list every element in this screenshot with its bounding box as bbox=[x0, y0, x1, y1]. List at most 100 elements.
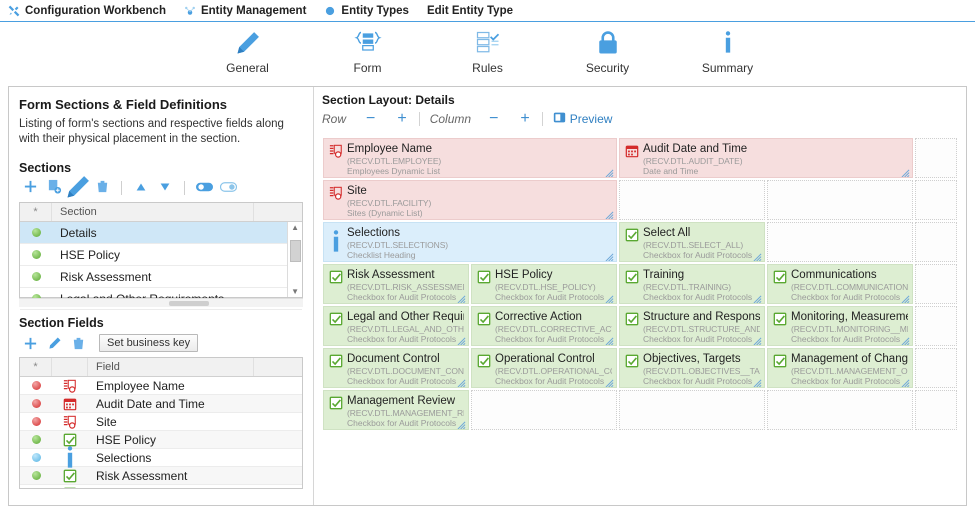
layout-field-cell[interactable]: HSE Policy (RECV.DTL.HSE_POLICY) Checkbox … bbox=[471, 264, 617, 304]
empty-layout-cell[interactable] bbox=[915, 264, 957, 304]
section-name: Risk Assessment bbox=[60, 269, 152, 284]
layout-field-cell[interactable]: Monitoring, Measuremen (RECV.DTL.MONITORI… bbox=[767, 306, 913, 346]
empty-layout-cell[interactable] bbox=[915, 222, 957, 262]
toolbar-item-form[interactable]: Form bbox=[330, 28, 406, 75]
empty-layout-cell[interactable] bbox=[915, 390, 957, 430]
empty-layout-cell[interactable] bbox=[619, 180, 765, 220]
hscroll-thumb[interactable] bbox=[169, 301, 209, 306]
resize-handle-icon[interactable] bbox=[605, 167, 614, 177]
layout-field-cell[interactable]: Employee Name (RECV.DTL.EMPLOYEE) Employee… bbox=[323, 138, 617, 178]
scroll-thumb[interactable] bbox=[290, 240, 302, 262]
resize-handle-icon[interactable] bbox=[605, 293, 614, 303]
layout-field-title: Training bbox=[643, 269, 685, 281]
resize-handle-icon[interactable] bbox=[901, 293, 910, 303]
empty-layout-cell[interactable] bbox=[915, 306, 957, 346]
empty-layout-cell[interactable] bbox=[471, 390, 617, 430]
empty-layout-cell[interactable] bbox=[767, 390, 913, 430]
move-down-button[interactable] bbox=[154, 178, 176, 198]
resize-handle-icon[interactable] bbox=[457, 293, 466, 303]
sections-hscrollbar[interactable] bbox=[19, 298, 304, 307]
resize-handle-icon[interactable] bbox=[901, 377, 910, 387]
copy-section-button[interactable] bbox=[43, 178, 65, 198]
breadcrumb-item-1[interactable]: Entity Management bbox=[184, 5, 306, 17]
fields-col-tail bbox=[254, 358, 302, 376]
delete-section-button[interactable] bbox=[91, 178, 113, 198]
empty-layout-cell[interactable] bbox=[915, 180, 957, 220]
layout-field-title: Monitoring, Measuremen bbox=[791, 311, 908, 323]
sections-scrollbar[interactable]: ▲ ▼ bbox=[287, 222, 303, 297]
resize-handle-icon[interactable] bbox=[753, 335, 762, 345]
resize-handle-icon[interactable] bbox=[901, 335, 910, 345]
layout-field-cell[interactable]: Audit Date and Time (RECV.DTL.AUDIT_DATE)… bbox=[619, 138, 913, 178]
layout-field-cell[interactable]: Communications(RECV.DTL.COMMUNICATIONS_2… bbox=[767, 264, 913, 304]
empty-layout-cell[interactable] bbox=[619, 390, 765, 430]
layout-field-cell[interactable]: Management of Change (RECV.DTL.MANAGEMENT… bbox=[767, 348, 913, 388]
layout-field-cell[interactable]: Document Control(RECV.DTL.DOCUMENT_CONTR… bbox=[323, 348, 469, 388]
edit-section-button[interactable] bbox=[67, 175, 89, 198]
layout-row: Risk Assessment (RECV.DTL.RISK_ASSESSMENT… bbox=[322, 263, 958, 305]
layout-field-cell[interactable]: Selections (RECV.DTL.SELECTIONS) Checklist… bbox=[323, 222, 617, 262]
resize-handle-icon[interactable] bbox=[457, 335, 466, 345]
breadcrumb-item-3[interactable]: Edit Entity Type bbox=[427, 5, 513, 17]
field-row[interactable]: Selections bbox=[20, 445, 303, 468]
section-row[interactable]: HSE Policy bbox=[20, 244, 302, 266]
add-field-button[interactable] bbox=[19, 333, 41, 353]
section-fields-heading: Section Fields bbox=[19, 316, 104, 330]
field-row[interactable]: Legal and Other Requirements bbox=[20, 485, 302, 488]
toolbar-item-rules[interactable]: Rules bbox=[450, 28, 526, 75]
edit-field-button[interactable] bbox=[43, 333, 65, 353]
toolbar-item-security[interactable]: Security bbox=[570, 28, 646, 75]
breadcrumb-item-0[interactable]: Configuration Workbench bbox=[8, 5, 166, 17]
resize-handle-icon[interactable] bbox=[753, 377, 762, 387]
layout-field-cell[interactable]: Risk Assessment (RECV.DTL.RISK_ASSESSMENT… bbox=[323, 264, 469, 304]
scroll-down-icon[interactable]: ▼ bbox=[291, 286, 299, 297]
field-name: Selections bbox=[96, 450, 152, 465]
row-plus-button[interactable]: + bbox=[395, 111, 408, 127]
section-row[interactable]: Risk Assessment bbox=[20, 266, 302, 288]
empty-layout-cell[interactable] bbox=[767, 180, 913, 220]
layout-field-cell[interactable]: Corrective Action (RECV.DTL.CORRECTIVE_AC… bbox=[471, 306, 617, 346]
toggle-on-button[interactable] bbox=[193, 178, 215, 198]
layout-field-cell[interactable]: Objectives, Targets (RECV.DTL.OBJECTIVES_… bbox=[619, 348, 765, 388]
resize-handle-icon[interactable] bbox=[605, 335, 614, 345]
layout-field-cell[interactable]: Management Review(RECV.DTL.MANAGEMENT_RE… bbox=[323, 390, 469, 430]
toolbar-item-general[interactable]: General bbox=[210, 28, 286, 75]
empty-layout-cell[interactable] bbox=[915, 348, 957, 388]
layout-field-cell[interactable]: Select All (RECV.DTL.SELECT_ALL) Checkbox … bbox=[619, 222, 765, 262]
info-icon bbox=[329, 227, 347, 260]
add-section-button[interactable] bbox=[19, 178, 41, 198]
resize-handle-icon[interactable] bbox=[753, 293, 762, 303]
layout-field-cell[interactable]: Site (RECV.DTL.FACILITY) Sites (Dynamic Li… bbox=[323, 180, 617, 220]
scroll-up-icon[interactable]: ▲ bbox=[291, 222, 299, 233]
resize-handle-icon[interactable] bbox=[605, 377, 614, 387]
section-row[interactable]: Details bbox=[20, 222, 302, 244]
resize-handle-icon[interactable] bbox=[605, 209, 614, 219]
field-row[interactable]: Employee Name bbox=[20, 377, 303, 395]
layout-field-type: Checkbox for Audit Protocols bbox=[791, 376, 901, 386]
layout-field-cell[interactable]: Operational Control (RECV.DTL.OPERATIONAL… bbox=[471, 348, 617, 388]
empty-layout-cell[interactable] bbox=[767, 222, 913, 262]
row-minus-button[interactable]: − bbox=[364, 111, 377, 127]
column-plus-button[interactable]: + bbox=[518, 111, 531, 127]
field-row[interactable]: Risk Assessment bbox=[20, 467, 303, 485]
delete-field-button[interactable] bbox=[67, 333, 89, 353]
field-row[interactable]: Audit Date and Time bbox=[20, 395, 303, 413]
breadcrumb-item-2[interactable]: Entity Types bbox=[324, 5, 409, 17]
layout-field-cell[interactable]: Structure and Response (RECV.DTL.STRUCTUR… bbox=[619, 306, 765, 346]
resize-handle-icon[interactable] bbox=[605, 251, 614, 261]
layout-field-cell[interactable]: Legal and Other Require (RECV.DTL.LEGAL_A… bbox=[323, 306, 469, 346]
move-up-button[interactable] bbox=[130, 178, 152, 198]
resize-handle-icon[interactable] bbox=[457, 377, 466, 387]
toggle-off-button[interactable] bbox=[217, 178, 239, 198]
column-minus-button[interactable]: − bbox=[487, 111, 500, 127]
set-business-key-button[interactable]: Set business key bbox=[99, 334, 199, 352]
preview-button[interactable]: Preview bbox=[553, 111, 612, 127]
resize-handle-icon[interactable] bbox=[457, 419, 466, 429]
field-row[interactable]: Site bbox=[20, 413, 303, 431]
layout-field-cell[interactable]: Training (RECV.DTL.TRAINING) Checkbox for … bbox=[619, 264, 765, 304]
toolbar-item-summary[interactable]: Summary bbox=[690, 28, 766, 75]
empty-layout-cell[interactable] bbox=[915, 138, 957, 178]
resize-handle-icon[interactable] bbox=[901, 167, 910, 177]
toolbar-item-label: Rules bbox=[472, 61, 503, 75]
resize-handle-icon[interactable] bbox=[753, 251, 762, 261]
